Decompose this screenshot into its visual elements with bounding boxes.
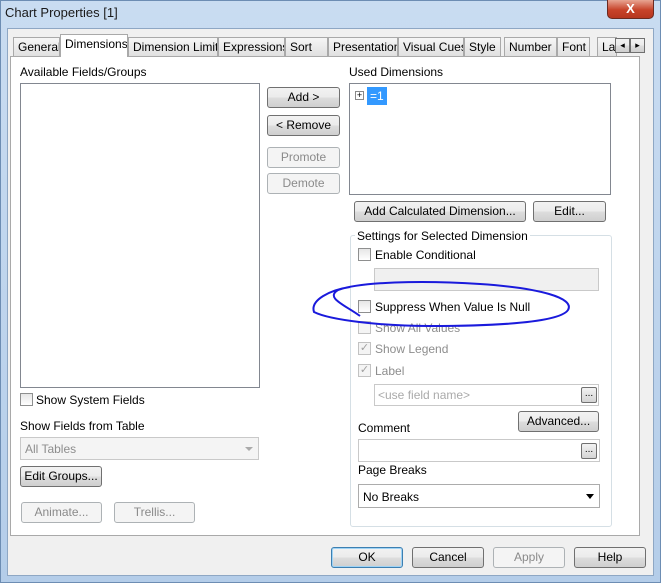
page-breaks-select[interactable]: No Breaks (358, 484, 600, 508)
tab-layout[interactable]: La (597, 37, 617, 56)
show-all-values-label: Show All Values (375, 321, 461, 335)
tab-presentation[interactable]: Presentation (328, 37, 398, 56)
label-field[interactable]: <use field name> (374, 384, 599, 406)
label-label: Label (375, 364, 405, 378)
conditional-expression-field (374, 268, 599, 291)
expand-icon[interactable]: + (355, 91, 364, 100)
tab-sort[interactable]: Sort (285, 37, 328, 56)
tab-dimensions[interactable]: Dimensions (60, 34, 128, 57)
suppress-null-label: Suppress When Value Is Null (375, 300, 531, 314)
suppress-null-checkbox[interactable] (358, 300, 371, 313)
tab-number[interactable]: Number (504, 37, 557, 56)
settings-group-label: Settings for Selected Dimension (355, 229, 530, 243)
tab-visual-cues[interactable]: Visual Cues (398, 37, 464, 56)
available-fields-list[interactable] (20, 83, 260, 388)
help-button[interactable]: Help (574, 547, 646, 568)
tab-general[interactable]: General (13, 37, 60, 56)
tab-dimension-limits[interactable]: Dimension Limits (128, 37, 218, 56)
label-placeholder: <use field name> (378, 388, 471, 402)
advanced-button[interactable]: Advanced... (518, 411, 599, 432)
tab-scroll-left-button[interactable]: ◂ (615, 38, 630, 53)
page-breaks-value: No Breaks (363, 490, 420, 504)
table-select-value: All Tables (25, 442, 77, 456)
table-select[interactable]: All Tables (20, 437, 259, 460)
window-title: Chart Properties [1] (5, 5, 118, 20)
label-checkbox[interactable]: ✓ (358, 364, 371, 377)
apply-button[interactable]: Apply (493, 547, 565, 568)
trellis-button[interactable]: Trellis... (114, 502, 195, 523)
label-ellipsis-button[interactable]: ... (581, 387, 597, 403)
comment-label: Comment (358, 421, 411, 435)
edit-button[interactable]: Edit... (533, 201, 606, 222)
available-fields-label: Available Fields/Groups (20, 65, 147, 79)
ok-button[interactable]: OK (331, 547, 403, 568)
show-all-values-checkbox[interactable] (358, 321, 371, 334)
enable-conditional-checkbox[interactable] (358, 248, 371, 261)
tab-style[interactable]: Style (464, 37, 501, 56)
dimension-item[interactable]: =1 (367, 87, 387, 105)
tab-expressions[interactable]: Expressions (218, 37, 285, 56)
used-dimensions-label: Used Dimensions (349, 65, 444, 79)
chevron-down-icon (586, 494, 594, 499)
show-legend-label: Show Legend (375, 342, 449, 356)
edit-groups-button[interactable]: Edit Groups... (20, 466, 102, 487)
enable-conditional-label: Enable Conditional (375, 248, 476, 262)
tab-scroll-right-button[interactable]: ▸ (630, 38, 645, 53)
add-calculated-dimension-button[interactable]: Add Calculated Dimension... (354, 201, 526, 222)
chevron-down-icon (245, 447, 253, 451)
page-breaks-label: Page Breaks (358, 463, 427, 477)
promote-button[interactable]: Promote (267, 147, 340, 168)
show-system-fields-checkbox[interactable] (20, 393, 33, 406)
close-button[interactable]: X (607, 0, 654, 19)
used-dimensions-list[interactable]: + =1 (349, 83, 611, 195)
comment-ellipsis-button[interactable]: ... (581, 443, 597, 459)
demote-button[interactable]: Demote (267, 173, 340, 194)
tab-font[interactable]: Font (557, 37, 590, 56)
remove-button[interactable]: < Remove (267, 115, 340, 136)
comment-field[interactable] (358, 439, 600, 462)
show-legend-checkbox[interactable]: ✓ (358, 342, 371, 355)
show-system-fields-label: Show System Fields (36, 393, 145, 407)
cancel-button[interactable]: Cancel (412, 547, 484, 568)
animate-button[interactable]: Animate... (21, 502, 102, 523)
show-fields-from-table-label: Show Fields from Table (20, 419, 145, 433)
add-button[interactable]: Add > (267, 87, 340, 108)
